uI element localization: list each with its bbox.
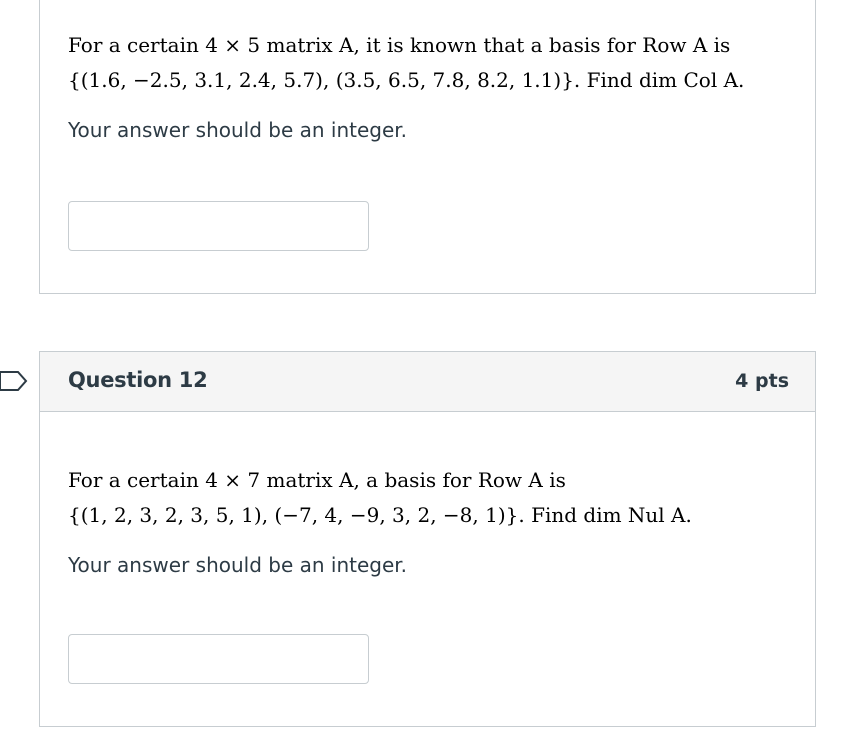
question-header: Question 12 4 pts [40, 352, 815, 412]
answer-hint: Your answer should be an integer. [68, 553, 408, 577]
question-text-line-2: {(1.6, −2.5, 3.1, 2.4, 5.7), (3.5, 6.5, … [68, 68, 745, 92]
question-title: Question 12 [68, 368, 208, 392]
question-text-line-1: For a certain 4 × 5 matrix A, it is know… [68, 33, 731, 57]
answer-input[interactable] [68, 201, 369, 251]
question-12-card: Question 12 4 pts For a certain 4 × 7 ma… [39, 351, 816, 727]
answer-hint: Your answer should be an integer. [68, 118, 408, 142]
question-text-line-1: For a certain 4 × 7 matrix A, a basis fo… [68, 468, 566, 492]
question-text-line-2: {(1, 2, 3, 2, 3, 5, 1), (−7, 4, −9, 3, 2… [68, 503, 692, 527]
question-11-card: For a certain 4 × 5 matrix A, it is know… [39, 0, 816, 294]
question-points: 4 pts [735, 370, 789, 392]
flag-question-icon[interactable] [0, 369, 29, 393]
answer-input[interactable] [68, 634, 369, 684]
